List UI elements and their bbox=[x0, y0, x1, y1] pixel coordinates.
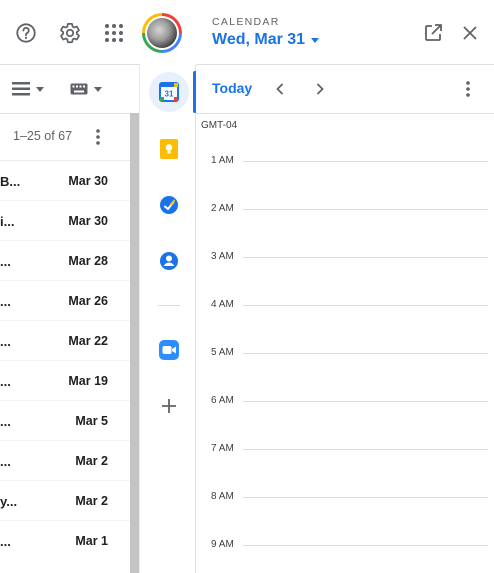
next-day-button[interactable] bbox=[312, 80, 328, 98]
side-panel-contacts-button[interactable] bbox=[149, 241, 189, 281]
mail-list: B... Mar 30 i... Mar 30 ... Mar 28 ... Mar 2… bbox=[0, 160, 130, 560]
mail-date: Mar 1 bbox=[75, 534, 108, 548]
help-circle-icon bbox=[15, 22, 37, 44]
chevron-right-icon bbox=[316, 83, 324, 95]
previous-day-button[interactable] bbox=[272, 80, 288, 98]
mail-date: Mar 30 bbox=[68, 174, 108, 188]
hour-slot[interactable]: 8 AM bbox=[196, 491, 494, 511]
panel-title: CALENDAR bbox=[212, 16, 280, 28]
hour-label: 5 AM bbox=[211, 347, 234, 358]
hour-slot[interactable]: 3 AM bbox=[196, 251, 494, 271]
more-vert-icon bbox=[96, 129, 100, 145]
mail-row[interactable]: y... Mar 2 bbox=[0, 480, 130, 520]
tasks-icon bbox=[159, 195, 179, 215]
zoom-icon bbox=[159, 340, 179, 360]
plus-icon bbox=[162, 399, 176, 413]
close-panel-button[interactable] bbox=[460, 23, 480, 43]
hour-label: 2 AM bbox=[211, 203, 234, 214]
side-panel-keep-button[interactable] bbox=[149, 129, 189, 169]
mail-date: Mar 28 bbox=[68, 254, 108, 268]
mail-subject: y... bbox=[0, 494, 18, 509]
open-in-new-icon bbox=[424, 24, 442, 42]
mail-row[interactable]: ... Mar 22 bbox=[0, 320, 130, 360]
mail-date: Mar 22 bbox=[68, 334, 108, 348]
chevron-down-icon bbox=[94, 86, 102, 92]
pagination-range: 1–25 of 67 bbox=[13, 129, 73, 143]
hour-slot[interactable]: 2 AM bbox=[196, 203, 494, 223]
open-in-new-tab-button[interactable] bbox=[423, 23, 443, 43]
hour-slot[interactable]: 7 AM bbox=[196, 443, 494, 463]
mail-row[interactable]: ... Mar 28 bbox=[0, 240, 130, 280]
input-tools-button[interactable] bbox=[70, 80, 102, 98]
density-icon bbox=[12, 82, 30, 96]
side-panel-calendar-button[interactable]: 31 bbox=[149, 72, 189, 112]
gear-icon bbox=[59, 22, 81, 44]
mail-date: Mar 5 bbox=[75, 414, 108, 428]
today-button[interactable]: Today bbox=[212, 80, 252, 96]
chevron-down-icon bbox=[311, 37, 320, 43]
timezone-label: GMT-04 bbox=[201, 120, 238, 131]
close-icon bbox=[463, 26, 477, 40]
hour-label: 4 AM bbox=[211, 299, 234, 310]
mail-date: Mar 19 bbox=[68, 374, 108, 388]
mail-subject: ... bbox=[0, 414, 11, 429]
mail-subject: ... bbox=[0, 254, 11, 269]
more-vert-icon bbox=[466, 81, 470, 97]
help-button[interactable] bbox=[12, 19, 40, 47]
hour-slot[interactable]: 9 AM bbox=[196, 539, 494, 559]
side-panel: 31 bbox=[140, 65, 196, 573]
calendar-icon: 31 bbox=[159, 82, 179, 102]
hour-label: 1 AM bbox=[211, 155, 234, 166]
hour-label: 3 AM bbox=[211, 251, 234, 262]
calendar-panel: CALENDAR Wed, Mar 31 Today GMT-04 1 AM 2… bbox=[196, 0, 494, 573]
mail-subject: ... bbox=[0, 534, 11, 549]
side-panel-zoom-button[interactable] bbox=[149, 330, 189, 370]
mail-subject: ... bbox=[0, 334, 11, 349]
mail-row[interactable]: ... Mar 5 bbox=[0, 400, 130, 440]
mail-row[interactable]: ... Mar 1 bbox=[0, 520, 130, 560]
settings-button[interactable] bbox=[56, 19, 84, 47]
density-button[interactable] bbox=[12, 80, 44, 98]
account-avatar[interactable] bbox=[142, 13, 182, 53]
mail-row[interactable]: ... Mar 2 bbox=[0, 440, 130, 480]
mail-date: Mar 2 bbox=[75, 454, 108, 468]
hour-label: 8 AM bbox=[211, 491, 234, 502]
apps-grid-icon bbox=[104, 23, 124, 43]
more-options-button[interactable] bbox=[88, 127, 108, 147]
chevron-left-icon bbox=[276, 83, 284, 95]
hour-label: 6 AM bbox=[211, 395, 234, 406]
keep-icon bbox=[160, 139, 178, 159]
mail-date: Mar 26 bbox=[68, 294, 108, 308]
hour-label: 7 AM bbox=[211, 443, 234, 454]
svg-text:31: 31 bbox=[165, 90, 174, 99]
hour-slot[interactable]: 1 AM bbox=[196, 155, 494, 175]
keyboard-icon bbox=[70, 83, 88, 95]
side-panel-divider bbox=[158, 305, 180, 306]
mail-date: Mar 2 bbox=[75, 494, 108, 508]
mail-list-scrollbar[interactable] bbox=[130, 113, 139, 573]
mail-row[interactable]: ... Mar 26 bbox=[0, 280, 130, 320]
mail-subject: i... bbox=[0, 214, 15, 229]
mail-subject: B... bbox=[0, 174, 21, 189]
selected-date: Wed, Mar 31 bbox=[212, 31, 306, 48]
hour-slot[interactable]: 6 AM bbox=[196, 395, 494, 415]
hour-slot[interactable]: 4 AM bbox=[196, 299, 494, 319]
side-panel-add-button[interactable] bbox=[149, 386, 189, 426]
mail-subject: ... bbox=[0, 294, 11, 309]
calendar-more-button[interactable] bbox=[458, 80, 478, 98]
mail-subject: ... bbox=[0, 454, 11, 469]
apps-button[interactable] bbox=[100, 19, 128, 47]
mail-row[interactable]: ... Mar 19 bbox=[0, 360, 130, 400]
mail-row[interactable]: i... Mar 30 bbox=[0, 200, 130, 240]
hour-slot[interactable]: 5 AM bbox=[196, 347, 494, 367]
contacts-icon bbox=[159, 251, 179, 271]
mail-subject: ... bbox=[0, 374, 11, 389]
date-selector[interactable]: Wed, Mar 31 bbox=[212, 31, 320, 49]
chevron-down-icon bbox=[36, 86, 44, 92]
side-panel-tasks-button[interactable] bbox=[149, 185, 189, 225]
mail-date: Mar 30 bbox=[68, 214, 108, 228]
mail-row[interactable]: B... Mar 30 bbox=[0, 160, 130, 200]
hour-label: 9 AM bbox=[211, 539, 234, 550]
